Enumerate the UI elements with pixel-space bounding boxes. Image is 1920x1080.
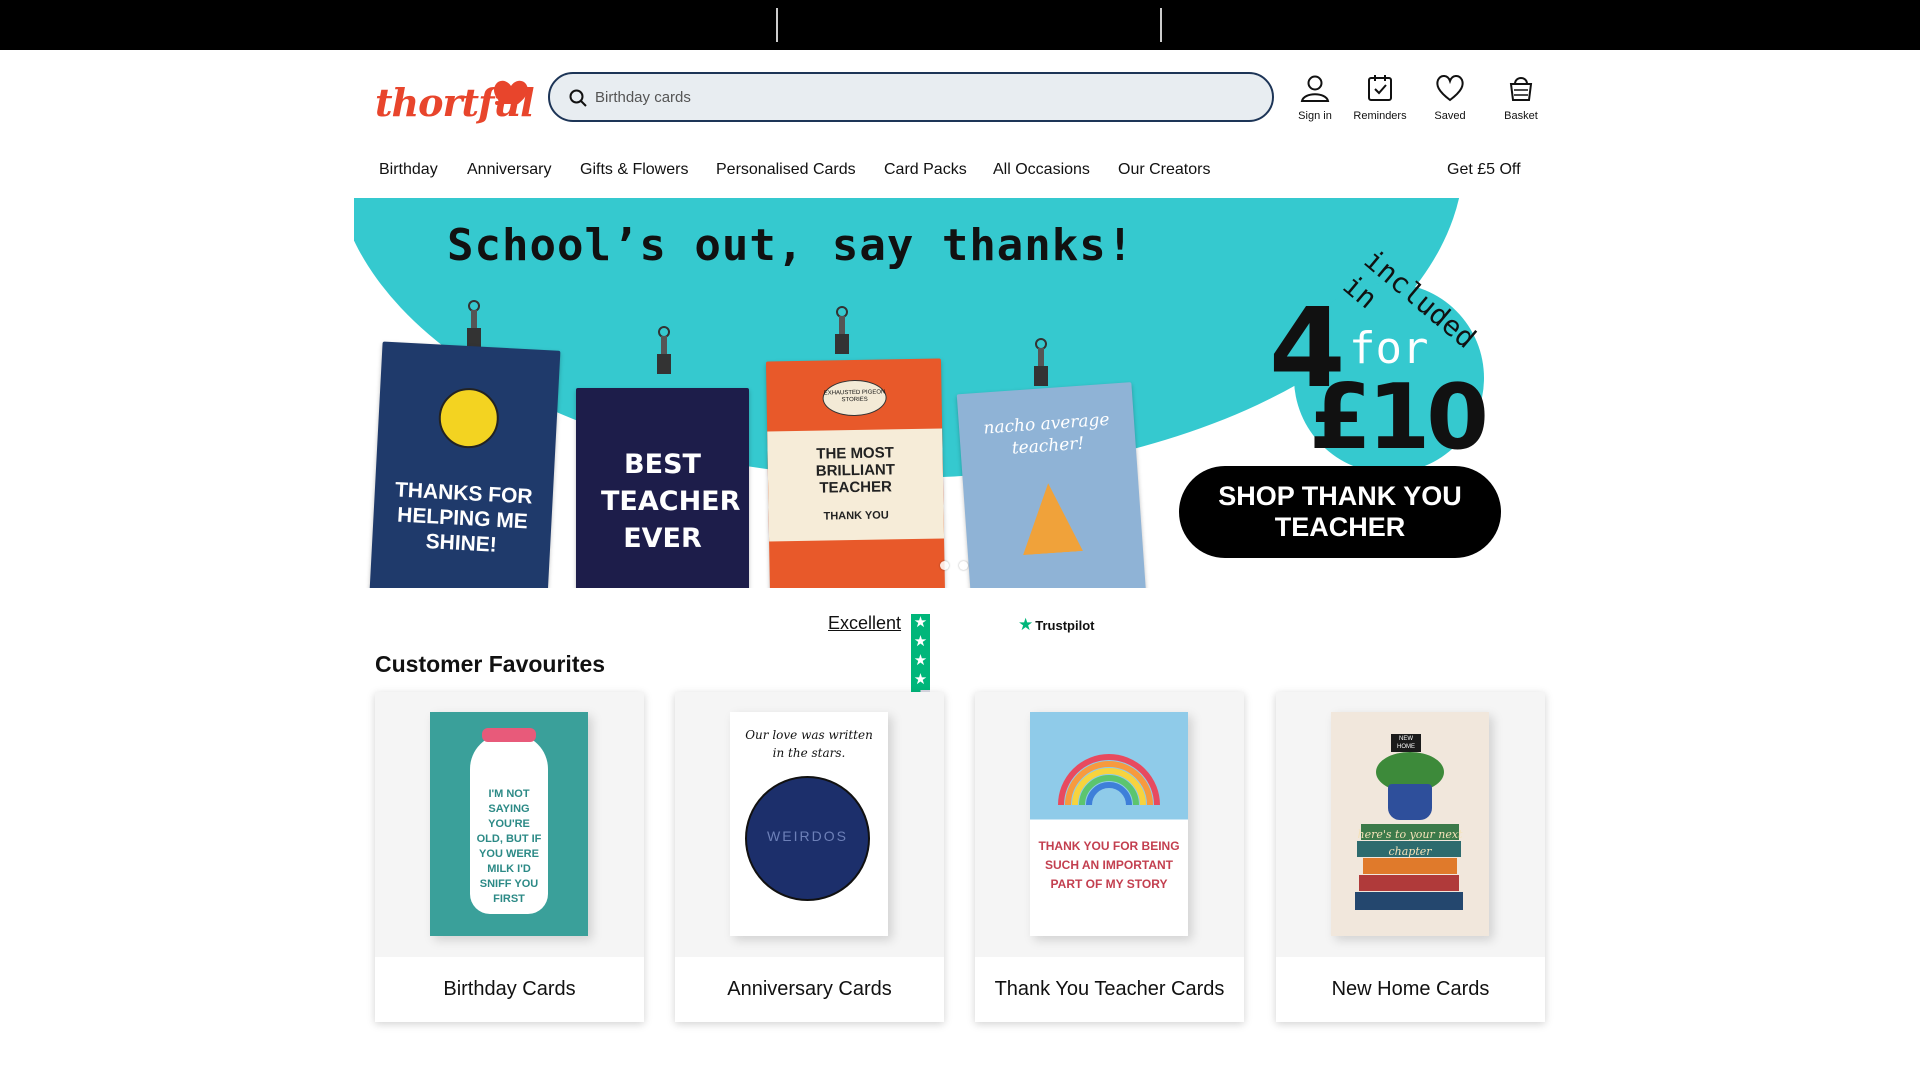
user-icon xyxy=(1300,75,1330,102)
rainbow-icon xyxy=(1058,754,1160,806)
promo-price: £10 xyxy=(1309,365,1489,470)
favourite-label: New Home Cards xyxy=(1331,978,1490,1000)
clip-icon xyxy=(1034,338,1048,386)
shop-thank-you-teacher-button[interactable]: SHOP THANK YOU TEACHER xyxy=(1179,466,1501,558)
reminders-button[interactable]: Reminders xyxy=(1345,72,1415,132)
trustpilot-brand-label: Trustpilot xyxy=(1035,618,1095,633)
hero-banner[interactable]: School’s out, say thanks! THANKS FOR HEL… xyxy=(354,198,1504,588)
card-thumbnail: NEW HOME here's to your next chapter xyxy=(1331,712,1489,936)
trustpilot-rating-word[interactable]: Excellent xyxy=(828,613,901,634)
nav-birthday[interactable]: Birthday xyxy=(379,161,438,179)
card-inner-text: WEIRDOS xyxy=(767,828,848,844)
nav-our-creators[interactable]: Our Creators xyxy=(1118,161,1210,179)
banner-headline: School’s out, say thanks! xyxy=(447,220,1135,271)
banner-card-best-teacher: BEST TEACHER EVER xyxy=(576,388,749,588)
search-icon[interactable] xyxy=(568,88,588,108)
clip-icon xyxy=(467,300,481,348)
card-thumbnail: THANK YOU FOR BEING SUCH AN IMPORTANT PA… xyxy=(1030,712,1188,936)
announcement-bar xyxy=(0,0,1920,50)
favourite-image: NEW HOME here's to your next chapter xyxy=(1276,692,1545,957)
calendar-check-icon xyxy=(1368,75,1392,101)
bottle-cap xyxy=(482,728,536,742)
nacho-icon xyxy=(1018,481,1083,555)
sign-in-button[interactable]: Sign in xyxy=(1280,72,1350,132)
card-text: THANK YOU FOR BEING SUCH AN IMPORTANT PA… xyxy=(1038,839,1180,891)
basket-button[interactable]: Basket xyxy=(1486,72,1556,132)
banner-card-text: THANKS FOR HELPING ME SHINE! xyxy=(394,478,534,557)
nav-gifts-flowers[interactable]: Gifts & Flowers xyxy=(580,161,688,179)
basket-icon xyxy=(1509,77,1533,101)
favourite-birthday-cards[interactable]: I'M NOT SAYING YOU'RE OLD, BUT IF YOU WE… xyxy=(375,692,644,1022)
plant-pot xyxy=(1388,784,1432,820)
banner-card-text: THE MOST BRILLIANT TEACHER xyxy=(815,444,896,497)
sign-in-label: Sign in xyxy=(1298,110,1332,122)
main-nav: Birthday Anniversary Gifts & Flowers Per… xyxy=(0,155,1920,185)
clip-icon xyxy=(835,306,849,354)
trustpilot-brand: ★ Trustpilot xyxy=(1018,615,1094,635)
banner-card-brilliant-teacher: EXHAUSTED PIGEON STORIES THE MOST BRILLI… xyxy=(765,358,946,588)
carousel-dots xyxy=(940,557,978,575)
card-thumbnail: Our love was written in the stars. WEIRD… xyxy=(730,712,888,936)
book xyxy=(1363,858,1457,874)
thortful-logo[interactable]: thortful xyxy=(375,74,535,125)
saved-label: Saved xyxy=(1434,110,1466,122)
favourite-image: Our love was written in the stars. WEIRD… xyxy=(675,692,944,957)
nav-get-5-off[interactable]: Get £5 Off xyxy=(1447,161,1521,179)
nav-personalised-cards[interactable]: Personalised Cards xyxy=(716,161,856,179)
basket-label: Basket xyxy=(1504,110,1538,122)
favourite-new-home-cards[interactable]: NEW HOME here's to your next chapter New… xyxy=(1276,692,1545,1022)
book xyxy=(1355,892,1463,910)
site-header: thortful Sign in Reminde xyxy=(0,50,1920,140)
nav-anniversary[interactable]: Anniversary xyxy=(467,161,551,179)
star-icon xyxy=(911,613,930,633)
trustpilot-star-icon: ★ xyxy=(1018,615,1034,635)
favourite-label: Birthday Cards xyxy=(443,978,576,1000)
star-icon xyxy=(911,670,930,690)
divider xyxy=(1160,8,1162,42)
sun-face-icon xyxy=(437,386,501,450)
card-text: here's to your next chapter xyxy=(1357,828,1463,858)
favourite-label: Anniversary Cards xyxy=(727,978,892,1000)
favourite-label: Thank You Teacher Cards xyxy=(994,978,1225,1000)
star-icon xyxy=(911,632,930,652)
carousel-dot[interactable] xyxy=(940,561,949,570)
card-text: Our love was written in the stars. xyxy=(745,728,873,760)
favourite-image: THANK YOU FOR BEING SUCH AN IMPORTANT PA… xyxy=(975,692,1244,957)
star-icon xyxy=(911,651,930,671)
reminders-label: Reminders xyxy=(1353,110,1407,122)
favourite-thank-you-teacher-cards[interactable]: THANK YOU FOR BEING SUCH AN IMPORTANT PA… xyxy=(975,692,1244,1022)
publisher-badge: EXHAUSTED PIGEON STORIES xyxy=(822,379,887,417)
new-home-sign: NEW HOME xyxy=(1391,734,1421,752)
card-text: I'M NOT SAYING YOU'RE OLD, BUT IF YOU WE… xyxy=(476,788,542,905)
nav-card-packs[interactable]: Card Packs xyxy=(884,161,967,179)
nav-all-occasions[interactable]: All Occasions xyxy=(993,161,1090,179)
clip-icon xyxy=(657,326,671,374)
search-bar xyxy=(548,72,1274,122)
banner-card-text: nacho average teacher! xyxy=(982,409,1111,459)
heart-outline-icon xyxy=(1436,75,1464,102)
divider xyxy=(776,8,778,42)
banner-card-nacho: nacho average teacher! xyxy=(956,382,1147,588)
section-title: Customer Favourites xyxy=(375,651,606,677)
search-input[interactable] xyxy=(595,84,1235,110)
promo-4-for-10: 4 for £10 included in xyxy=(1269,243,1499,473)
heart-icon xyxy=(494,80,528,105)
banner-card-text: BEST TEACHER EVER xyxy=(601,449,741,554)
banner-card-shine: THANKS FOR HELPING ME SHINE! xyxy=(369,341,561,588)
carousel-dot[interactable] xyxy=(959,561,968,570)
book xyxy=(1359,875,1459,891)
card-thumbnail: I'M NOT SAYING YOU'RE OLD, BUT IF YOU WE… xyxy=(430,712,588,936)
favourite-anniversary-cards[interactable]: Our love was written in the stars. WEIRD… xyxy=(675,692,944,1022)
favourite-image: I'M NOT SAYING YOU'RE OLD, BUT IF YOU WE… xyxy=(375,692,644,957)
saved-button[interactable]: Saved xyxy=(1415,72,1485,132)
